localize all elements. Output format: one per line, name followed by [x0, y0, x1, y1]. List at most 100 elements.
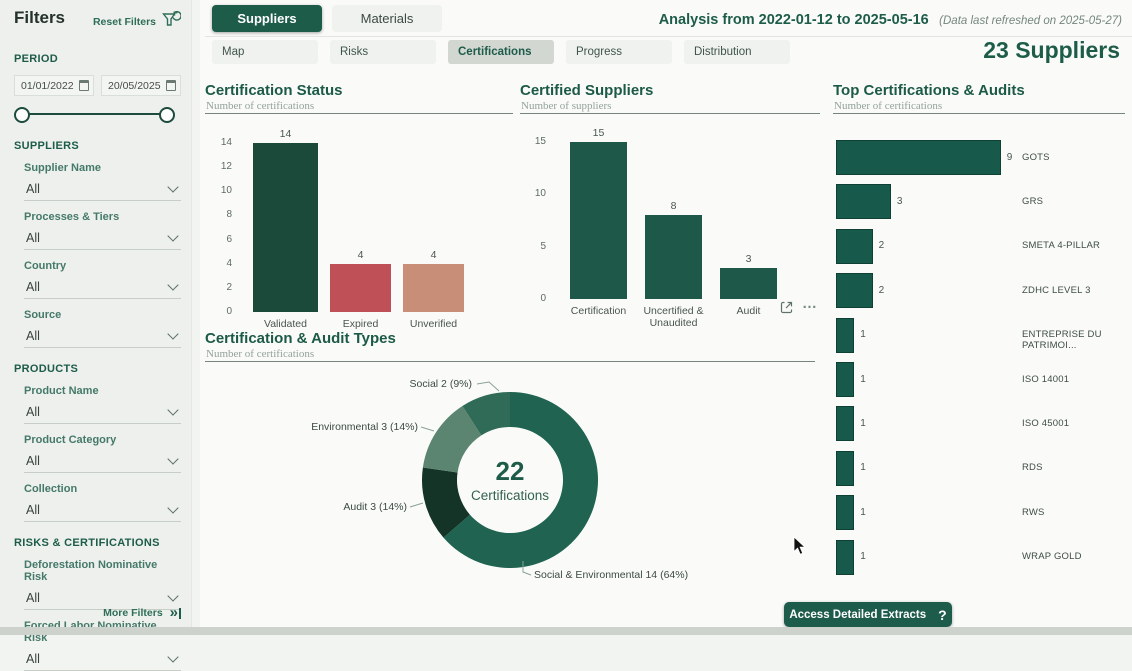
filter-dropdown-product-name[interactable]: All	[24, 402, 181, 424]
bar-entreprise-du-patrimoi[interactable]	[836, 318, 854, 353]
subtab-distribution[interactable]: Distribution	[684, 40, 790, 64]
filter-label: Country	[24, 260, 181, 272]
bar-value-label: 9	[1007, 152, 1013, 163]
bar-audit[interactable]	[720, 268, 777, 299]
bar-value-label: 1	[860, 462, 866, 473]
filter-value: All	[26, 454, 40, 468]
filter-collection: Collection All	[14, 483, 181, 522]
reset-filter-icon	[162, 11, 181, 33]
subtab-map[interactable]: Map	[212, 40, 318, 64]
bar-category-label: GRS	[1022, 196, 1043, 207]
bar-category-label: RWS	[1022, 507, 1045, 518]
subtab-risks[interactable]: Risks	[330, 40, 436, 64]
calendar-icon	[79, 80, 89, 91]
bar-expired[interactable]	[330, 264, 391, 312]
y-tick-label: 2	[208, 282, 232, 293]
bar-value-label: 8	[654, 200, 694, 212]
bar-value-label: 1	[860, 418, 866, 429]
date-from-input[interactable]: 01/01/2022	[14, 75, 94, 96]
reset-filters-label: Reset Filters	[93, 16, 156, 28]
help-icon: ?	[938, 607, 947, 623]
bar-wrap-gold[interactable]	[836, 540, 854, 575]
bar-rds[interactable]	[836, 451, 854, 486]
chevron-down-icon	[167, 651, 178, 662]
slider-track	[20, 113, 169, 115]
filter-dropdown-collection[interactable]: All	[24, 500, 181, 522]
bar-smeta-4-pillar[interactable]	[836, 229, 873, 264]
bar-value-label: 1	[860, 329, 866, 340]
calendar-icon	[166, 80, 176, 91]
bar-value-label: 1	[860, 551, 866, 562]
slider-handle-start[interactable]	[14, 107, 30, 123]
date-to-value: 20/05/2025	[108, 80, 161, 92]
bar-rws[interactable]	[836, 495, 854, 530]
y-tick-label: 12	[208, 161, 232, 172]
chevron-down-icon	[167, 502, 178, 513]
chevron-down-icon	[167, 590, 178, 601]
filter-dropdown-processes-tiers[interactable]: All	[24, 228, 181, 250]
chevron-down-icon	[167, 230, 178, 241]
bar-zdhc-level-3[interactable]	[836, 273, 873, 308]
filter-product-name: Product Name All	[14, 385, 181, 424]
expand-icon[interactable]	[780, 301, 793, 319]
tab-suppliers[interactable]: Suppliers	[212, 5, 322, 32]
filter-dropdown-country[interactable]: All	[24, 277, 181, 299]
supplier-count: 23 Suppliers	[983, 37, 1120, 64]
filter-dropdown-forced-labor-nominative-risk[interactable]: All	[24, 649, 181, 671]
filter-supplier-name: Supplier NameAll	[14, 162, 181, 201]
section-heading-period: PERIOD	[14, 53, 181, 65]
y-tick-label: 6	[208, 234, 232, 245]
filter-section-products: PRODUCTSProduct NameAllProduct CategoryA…	[14, 363, 181, 522]
more-filters-button[interactable]: More Filters »	[103, 607, 181, 619]
section-heading: PRODUCTS	[14, 363, 181, 375]
y-tick-label: 0	[208, 306, 232, 317]
chevron-down-icon	[167, 453, 178, 464]
bar-unverified[interactable]	[403, 264, 464, 312]
panel-certified-suppliers: Certified Suppliers Number of suppliers …	[520, 82, 820, 334]
donut-leader-line	[410, 503, 423, 507]
filter-dropdown-source[interactable]: All	[24, 326, 181, 348]
bar-iso-14001[interactable]	[836, 362, 854, 397]
donut-label-audit-3-14: Audit 3 (14%)	[343, 501, 407, 513]
analysis-title: Analysis from 2022-01-12 to 2025-05-16	[659, 12, 929, 28]
date-to-input[interactable]: 20/05/2025	[101, 75, 181, 96]
access-detailed-extracts-button[interactable]: Access Detailed Extracts ?	[784, 602, 952, 627]
bar-category-label: Unverified	[389, 318, 479, 330]
bar-category-label: ZDHC LEVEL 3	[1022, 285, 1091, 296]
donut-label-social-environmental-14-64: Social & Environmental 14 (64%)	[534, 569, 688, 581]
bar-grs[interactable]	[836, 184, 891, 219]
bar-uncertified-unaudited[interactable]	[645, 215, 702, 299]
filters-sidebar: Filters Reset Filters PERIOD 01/01/2022 …	[0, 0, 192, 627]
bar-gots[interactable]	[836, 140, 1001, 175]
y-tick-label: 10	[208, 185, 232, 196]
bar-value-label: 4	[414, 249, 454, 261]
filter-dropdown-product-category[interactable]: All	[24, 451, 181, 473]
bar-category-label: ENTREPRISE DU PATRIMOI...	[1022, 329, 1125, 351]
filter-label: Collection	[24, 483, 181, 495]
bar-validated[interactable]	[253, 143, 318, 312]
y-tick-label: 8	[208, 209, 232, 220]
bar-iso-45001[interactable]	[836, 406, 854, 441]
filter-label: Product Name	[24, 385, 181, 397]
more-options-icon[interactable]: …	[802, 295, 818, 312]
filter-country: Country All	[14, 260, 181, 299]
bar-category-label: RDS	[1022, 462, 1043, 473]
bar-value-label: 3	[897, 196, 903, 207]
bar-certification[interactable]	[570, 142, 627, 299]
certified-suppliers-plot: 05101515Certification8Uncertified & Unau…	[520, 82, 820, 334]
chevron-down-icon	[167, 279, 178, 290]
bar-category-label: WRAP GOLD	[1022, 551, 1082, 562]
tab-materials[interactable]: Materials	[332, 5, 442, 32]
slider-handle-end[interactable]	[159, 107, 175, 123]
period-slider	[14, 105, 181, 125]
subtab-certifications[interactable]: Certifications	[448, 40, 554, 64]
filter-product-category: Product CategoryAll	[14, 434, 181, 473]
chevron-down-icon	[167, 404, 178, 415]
filter-dropdown-supplier-name[interactable]: All	[24, 179, 181, 201]
section-heading: RISKS & CERTIFICATIONS	[14, 537, 181, 549]
y-tick-label: 5	[522, 241, 546, 252]
reset-filters-button[interactable]: Reset Filters	[93, 11, 181, 33]
filter-value: All	[26, 182, 40, 196]
subtab-progress[interactable]: Progress	[566, 40, 672, 64]
y-tick-label: 14	[208, 137, 232, 148]
